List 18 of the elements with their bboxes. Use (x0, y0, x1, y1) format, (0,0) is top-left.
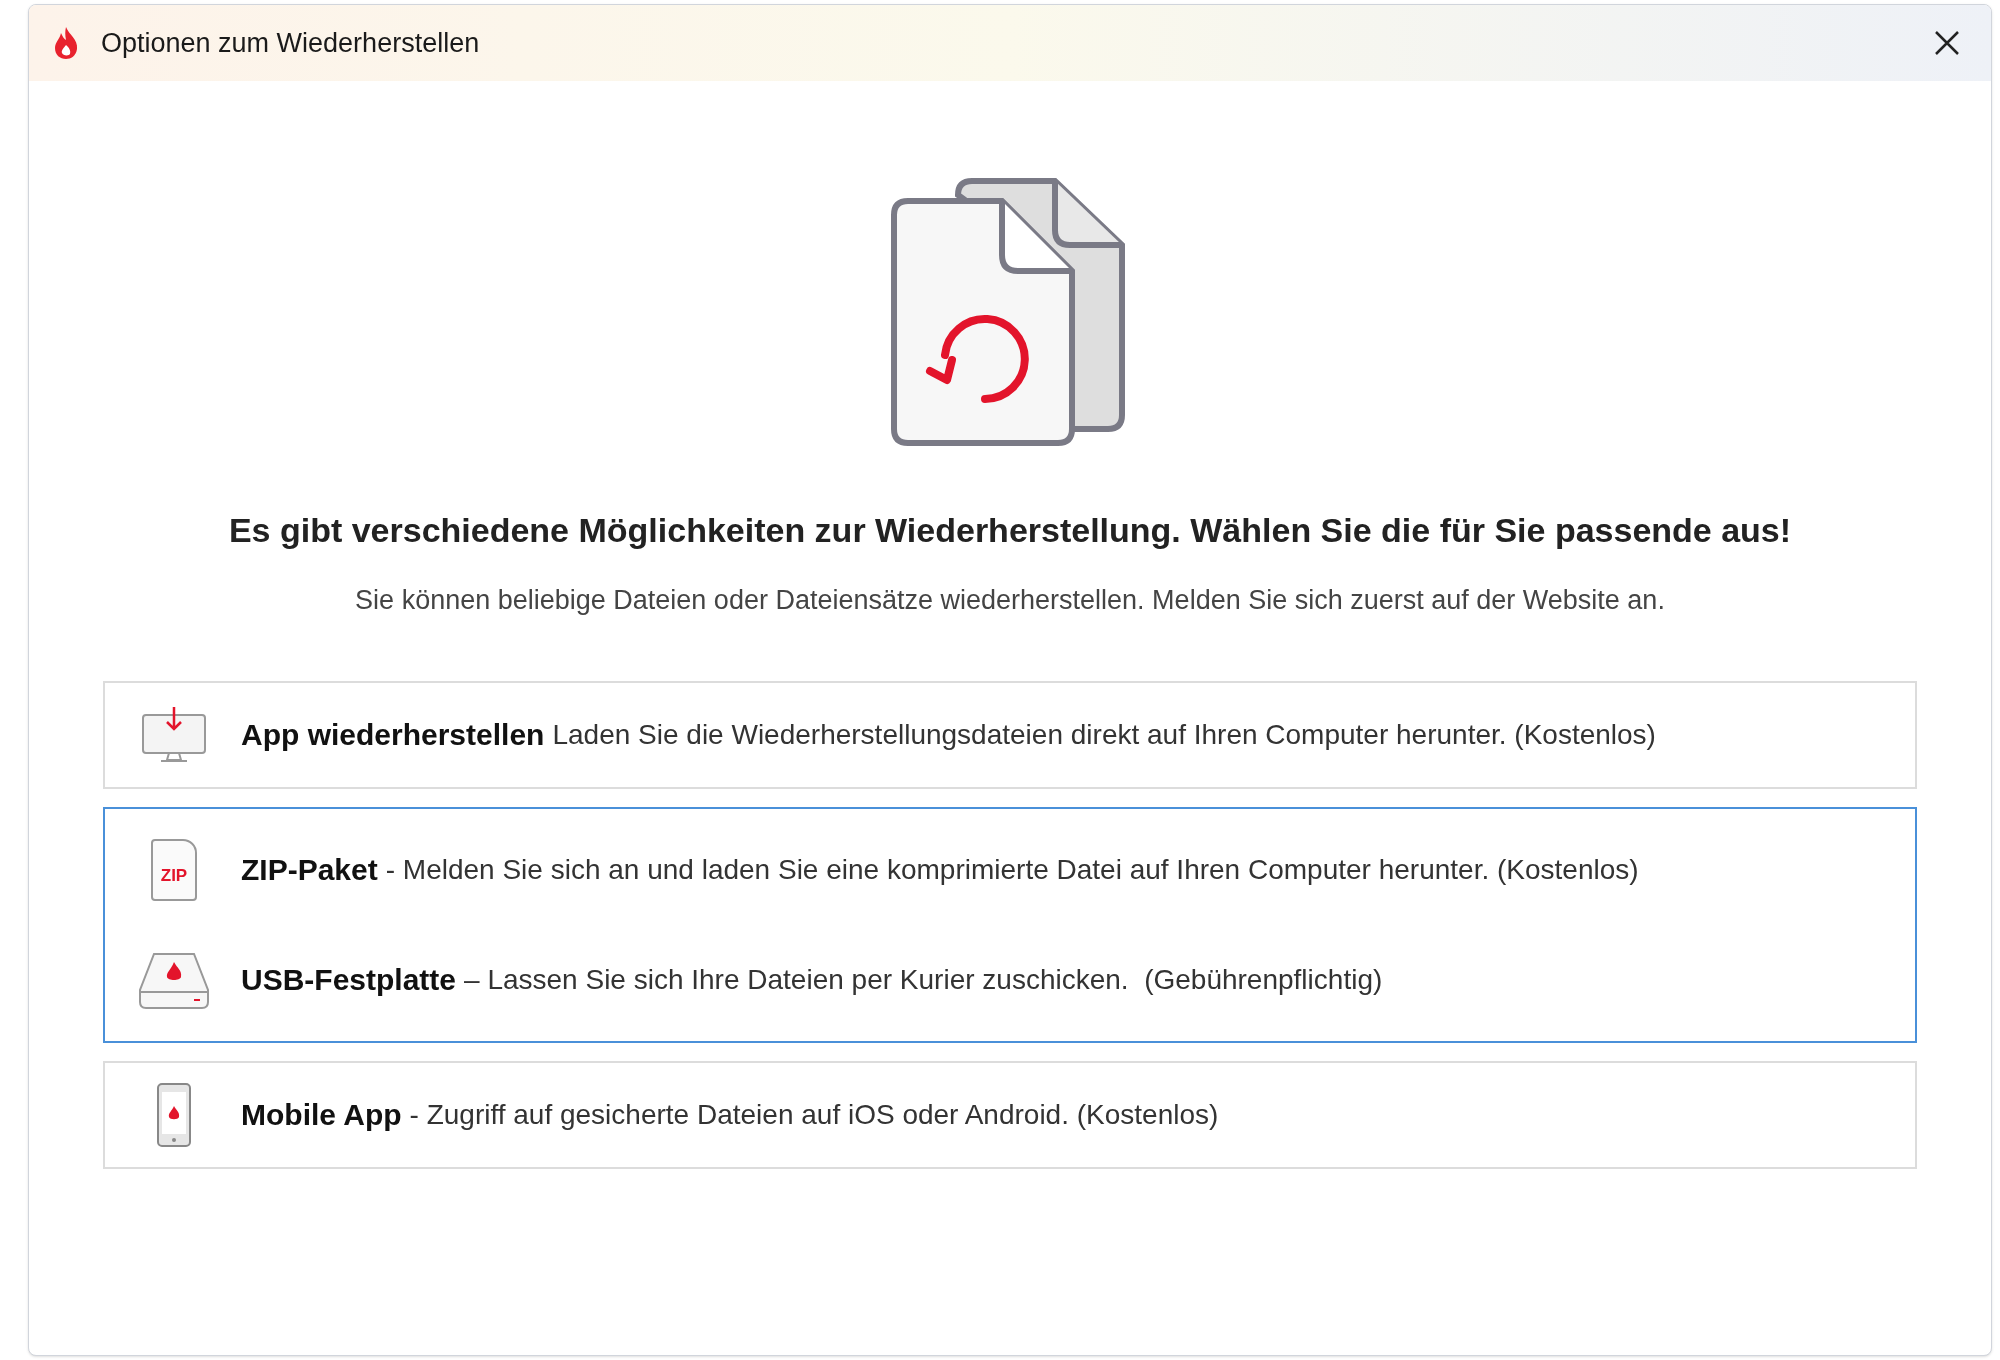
window-title: Optionen zum Wiederherstellen (101, 26, 480, 60)
subtitle: Sie können beliebige Dateien oder Dateiensätze wiederherstellen. Melden Sie sich zuerst auf der Website an. (355, 584, 1665, 617)
option-description: - Melden Sie sich an und laden Sie eine komprimierte Datei auf Ihren Computer herunter. (Kostenlos) (385, 852, 1639, 887)
option-title: Mobile App (241, 1097, 402, 1133)
option-panel[interactable]: App wiederherstellen Laden Sie die Wiederherstellungsdateien direkt auf Ihren Computer herunter. (Kostenlos) (103, 680, 1917, 789)
option-title: USB-Festplatte (241, 962, 457, 998)
monitor-download-icon (141, 704, 207, 765)
zip-file-icon: ZIP (151, 838, 197, 901)
option-description: - Zugriff auf gesicherte Dateien auf iOS oder Android. (Kostenlos) (409, 1097, 1219, 1132)
smartphone-icon (156, 1081, 192, 1148)
option-title: App wiederherstellen (241, 717, 545, 753)
option-description: – Lassen Sie sich Ihre Dateien per Kurier zuschicken. (Gebührenpflichtig) (464, 962, 1383, 997)
close-icon (1933, 29, 1961, 57)
option-title: ZIP-Paket (241, 852, 378, 888)
option-description: Laden Sie die Wiederherstellungsdateien direkt auf Ihren Computer herunter. (Kostenlos) (552, 717, 1656, 752)
option-panel[interactable]: Mobile App - Zugriff auf gesicherte Dateien auf iOS oder Android. (Kostenlos) (103, 1060, 1917, 1169)
option-panel[interactable] (103, 806, 1917, 1043)
heading: Es gibt verschiedene Möglichkeiten zur Wiederherstellung. Wählen Sie die für Sie passende aus! (228, 510, 1792, 551)
